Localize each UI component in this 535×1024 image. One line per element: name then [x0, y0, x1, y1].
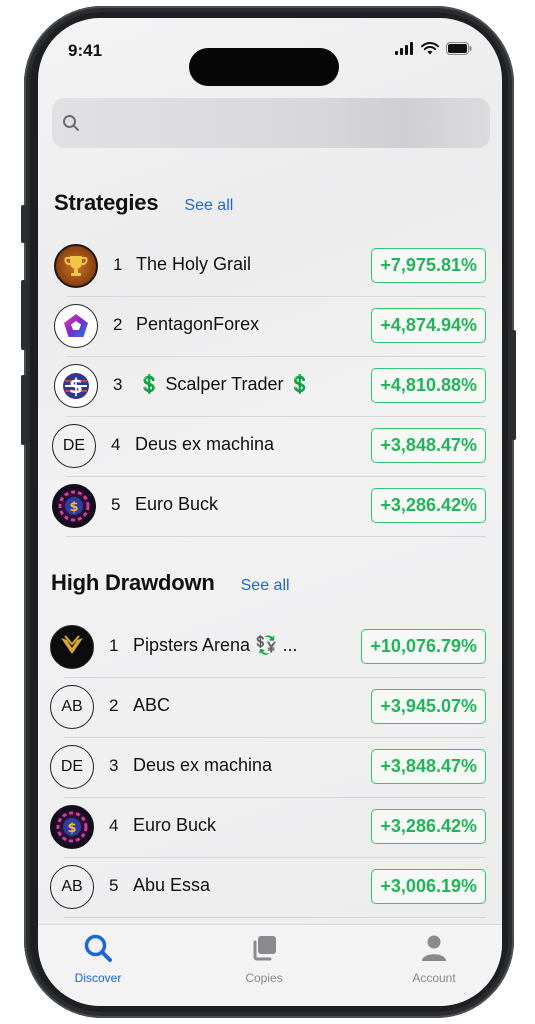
pentagon-logo-icon: [54, 304, 98, 348]
search-icon: [84, 934, 112, 962]
strategy-row[interactable]: 1 Pipsters Arena 💱 ... +10,076.79%: [38, 617, 502, 677]
status-time: 9:41: [68, 41, 103, 60]
see-all-link[interactable]: See all: [241, 577, 290, 595]
return-badge: +4,874.94%: [371, 308, 486, 343]
strategy-row[interactable]: AB 5 Abu Essa +3,006.19%: [38, 857, 502, 917]
strategy-row[interactable]: 1 The Holy Grail +7,975.81%: [38, 236, 502, 296]
strategy-row[interactable]: $ 3 💲 Scalper Trader 💲 +4,810.88%: [38, 356, 502, 416]
cellular-signal-icon: [395, 42, 413, 55]
tab-copies[interactable]: Copies: [219, 933, 309, 985]
rank-number: 1: [109, 636, 119, 655]
return-badge: +3,286.42%: [371, 488, 486, 523]
strategy-name: PentagonForex: [136, 314, 260, 334]
initials-avatar: AB: [50, 685, 94, 729]
strategy-name: ABC: [133, 695, 171, 715]
rank-number: 5: [111, 495, 121, 514]
svg-text:$: $: [67, 821, 76, 836]
section-title: High Drawdown: [51, 570, 215, 595]
divider: [64, 917, 486, 918]
see-all-link[interactable]: See all: [184, 197, 233, 215]
tab-label: Account: [412, 971, 456, 985]
status-bar: 9:41: [38, 18, 502, 86]
tab-account[interactable]: Account: [389, 933, 479, 985]
strategy-row[interactable]: DE 3 Deus ex machina +3,848.47%: [38, 737, 502, 797]
wifi-icon: [421, 42, 439, 55]
return-badge: +3,006.19%: [371, 869, 486, 904]
search-icon: [63, 115, 79, 131]
initials-avatar: AB: [50, 865, 94, 909]
trophy-icon: [54, 244, 98, 288]
rank-number: 5: [109, 876, 119, 895]
action-button: [21, 205, 26, 243]
power-button: [511, 330, 516, 440]
dynamic-island: [189, 48, 339, 86]
strategy-row[interactable]: $ 5 Euro Buck +3,286.42%: [38, 476, 502, 536]
rank-number: 2: [113, 315, 123, 334]
strategy-row[interactable]: AB 2 ABC +3,945.07%: [38, 677, 502, 737]
strategy-row[interactable]: $ 4 Euro Buck +3,286.42%: [38, 797, 502, 857]
screen: 9:41 Strategies See all 1 The Holy Grail…: [38, 18, 502, 1006]
strategy-name: 💲 Scalper Trader 💲: [138, 374, 311, 394]
tab-label: Copies: [245, 971, 283, 985]
tab-discover[interactable]: Discover: [53, 933, 143, 985]
strategy-name: The Holy Grail: [136, 254, 252, 274]
return-badge: +7,975.81%: [371, 248, 486, 283]
euro-coin-icon: $: [50, 805, 94, 849]
rank-number: 2: [109, 696, 119, 715]
strategies-header: Strategies See all: [54, 190, 233, 216]
strategy-row[interactable]: DE 4 Deus ex machina +3,848.47%: [38, 416, 502, 476]
initials-avatar: DE: [50, 745, 94, 789]
return-badge: +3,848.47%: [371, 428, 486, 463]
tab-label: Discover: [74, 971, 122, 985]
rank-number: 3: [113, 375, 123, 394]
strategy-name: Euro Buck: [133, 815, 217, 835]
return-badge: +10,076.79%: [361, 629, 486, 664]
status-icons: [395, 42, 472, 55]
battery-icon: [446, 42, 472, 55]
section-title: Strategies: [54, 190, 159, 215]
svg-text:$: $: [69, 374, 83, 398]
return-badge: +4,810.88%: [371, 368, 486, 403]
svg-text:$: $: [69, 500, 78, 515]
person-icon: [422, 935, 446, 961]
rank-number: 4: [111, 435, 121, 454]
euro-coin-icon: $: [52, 484, 96, 528]
tab-bar: Discover Copies Account: [38, 924, 502, 1006]
volume-up-button: [21, 280, 26, 350]
copies-icon: [253, 936, 276, 961]
rank-number: 1: [113, 255, 123, 274]
strategy-name: Deus ex machina: [135, 434, 275, 454]
return-badge: +3,286.42%: [371, 809, 486, 844]
initials-avatar: DE: [52, 424, 96, 468]
search-input[interactable]: [88, 108, 478, 138]
strategy-name: Euro Buck: [135, 494, 219, 514]
strategy-name: Abu Essa: [133, 875, 211, 895]
rank-number: 4: [109, 816, 119, 835]
strategy-row[interactable]: 2 PentagonForex +4,874.94%: [38, 296, 502, 356]
high-drawdown-header: High Drawdown See all: [51, 570, 290, 596]
divider: [66, 536, 486, 537]
strategy-name: Deus ex machina: [133, 755, 273, 775]
volume-down-button: [21, 375, 26, 445]
return-badge: +3,945.07%: [371, 689, 486, 724]
dollar-icon: $: [54, 364, 98, 408]
strategy-name: Pipsters Arena 💱 ...: [133, 635, 298, 655]
rank-number: 3: [109, 756, 119, 775]
search-bar[interactable]: [52, 98, 490, 148]
return-badge: +3,848.47%: [371, 749, 486, 784]
spartan-helmet-icon: [50, 625, 94, 669]
